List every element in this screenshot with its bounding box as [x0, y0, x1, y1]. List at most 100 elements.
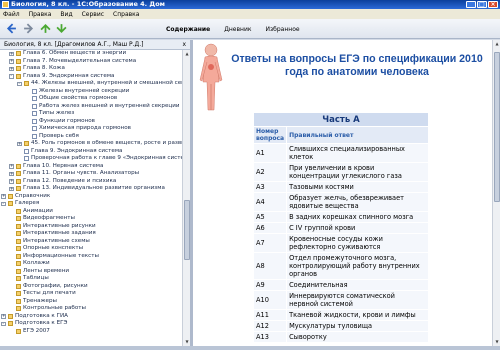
- folder-icon: [16, 291, 21, 296]
- tree-item-label: Ленты времени: [23, 267, 70, 274]
- forward-arrow-icon[interactable]: [23, 23, 34, 34]
- tree-item[interactable]: Коллажи: [0, 260, 182, 268]
- menu-service[interactable]: Сервис: [82, 11, 104, 18]
- expand-icon[interactable]: +: [9, 186, 14, 191]
- tree-item[interactable]: Химическая природа гормонов: [0, 125, 182, 133]
- tree-item[interactable]: Фотографии, рисунки: [0, 283, 182, 291]
- panel-close-icon[interactable]: x: [182, 40, 186, 50]
- tree-item[interactable]: + Глава 13. Индивидуальное развитие орган…: [0, 185, 182, 193]
- tree-item[interactable]: + Подготовка к ГИА: [0, 313, 182, 321]
- tree-item[interactable]: Общие свойства гормонов: [0, 95, 182, 103]
- tree-item-label: Интерактивные рисунки: [23, 222, 96, 229]
- tree-item[interactable]: Информационные тексты: [0, 253, 182, 261]
- tree-item[interactable]: Таблицы: [0, 275, 182, 283]
- tree-item[interactable]: ЕГЭ 2007: [0, 328, 182, 336]
- minimize-button[interactable]: _: [466, 1, 476, 8]
- tree-item-label: Подготовка к ЕГЭ: [15, 320, 68, 326]
- tree-item-label: Контрольные работы: [23, 305, 86, 311]
- tree-item[interactable]: + Справочник: [0, 193, 182, 201]
- menu-help[interactable]: Справка: [113, 11, 139, 18]
- tree-item[interactable]: + Глава 6. Обмен веществ и энергии: [0, 50, 182, 58]
- tree-item-label: Таблицы: [23, 275, 49, 281]
- table-row: A2 При увеличении в крови концентрации уг…: [252, 162, 429, 182]
- answer-text: Тканевой жидкости, крови и лимфы: [286, 309, 429, 321]
- collapse-icon[interactable]: -: [1, 201, 6, 206]
- expand-icon[interactable]: +: [9, 51, 14, 56]
- menu-edit[interactable]: Правка: [29, 11, 52, 18]
- tree-item[interactable]: Работа желез внешней и внутренней секрец…: [0, 103, 182, 111]
- tree-scrollbar[interactable]: ▲ ▼: [182, 50, 190, 346]
- question-number: A10: [252, 290, 288, 310]
- question-number: A7: [252, 233, 288, 253]
- tree-item-label: Глава 6. Обмен веществ и энергии: [23, 50, 127, 56]
- folder-icon: [16, 66, 21, 71]
- folder-icon: [16, 178, 21, 184]
- tree-item[interactable]: Анимации: [0, 208, 182, 216]
- tree-item[interactable]: Тесты для печати: [0, 290, 182, 298]
- expand-icon[interactable]: +: [17, 141, 22, 146]
- expand-icon[interactable]: +: [9, 179, 14, 184]
- tree-item[interactable]: Типы желез: [0, 110, 182, 118]
- tree-item[interactable]: + Глава 7. Мочевыделительная система: [0, 58, 182, 66]
- tree-item[interactable]: Проверочная работа к главе 9 «Эндокринна…: [0, 155, 182, 163]
- folder-icon: [16, 58, 21, 64]
- expand-icon[interactable]: +: [9, 66, 14, 71]
- expand-icon[interactable]: +: [1, 194, 6, 199]
- close-button[interactable]: ×: [488, 1, 498, 8]
- tree-item[interactable]: Контрольные работы: [0, 305, 182, 313]
- collapse-icon[interactable]: -: [1, 321, 6, 326]
- down-arrow-icon[interactable]: [56, 23, 67, 34]
- collapse-icon[interactable]: -: [9, 74, 14, 79]
- up-arrow-icon[interactable]: [40, 23, 51, 34]
- tree-item[interactable]: Интерактивные задания: [0, 230, 182, 238]
- maximize-button[interactable]: □: [477, 1, 487, 8]
- answer-text: Иннервируются соматической нервной систе…: [286, 290, 429, 310]
- tree-item-label: Видеофрагменты: [23, 215, 75, 221]
- folder-icon: [8, 313, 13, 319]
- content-scrollbar[interactable]: ▲ ▼: [492, 40, 500, 346]
- tree-item[interactable]: - Галерея: [0, 200, 182, 208]
- back-arrow-icon[interactable]: [6, 23, 17, 34]
- folder-icon: [16, 216, 21, 221]
- tree-item[interactable]: + Глава 11. Органы чувств. Анализаторы: [0, 170, 182, 178]
- tree-item[interactable]: - Подготовка к ЕГЭ: [0, 320, 182, 328]
- tab-favorites[interactable]: Избранное: [265, 26, 299, 33]
- expand-icon[interactable]: +: [9, 59, 14, 64]
- tree-item[interactable]: Интерактивные рисунки: [0, 223, 182, 231]
- collapse-icon[interactable]: -: [17, 81, 22, 86]
- folder-icon: [16, 261, 21, 266]
- tree-item[interactable]: Видеофрагменты: [0, 215, 182, 223]
- tree-item[interactable]: Железы внутренней секреции: [0, 88, 182, 96]
- tree-item-label: Глава 9. Эндокринная система: [23, 72, 115, 79]
- folder-icon: [16, 223, 21, 229]
- tree-item[interactable]: +45. Роль гормонов в обмене веществ, рос…: [0, 140, 182, 148]
- tree-item[interactable]: + Глава 8. Кожа: [0, 65, 182, 73]
- expand-icon[interactable]: +: [1, 314, 6, 319]
- tree-item[interactable]: - Глава 9. Эндокринная система: [0, 73, 182, 81]
- tree-item-label: ЕГЭ 2007: [23, 327, 50, 334]
- tab-diary[interactable]: Дневник: [224, 26, 251, 33]
- tree-item[interactable]: Интерактивные схемы: [0, 238, 182, 246]
- table-row: A4 Образует желчь, обезвреживает ядовитые…: [252, 192, 429, 212]
- menu-file[interactable]: Файл: [3, 11, 20, 18]
- column-header-number: Номер вопроса: [252, 126, 288, 144]
- tree-item[interactable]: Тренажеры: [0, 298, 182, 306]
- tree-item-label: Галерея: [15, 200, 40, 206]
- tree-item[interactable]: Ленты времени: [0, 268, 182, 276]
- tree-item[interactable]: + Глава 12. Поведение и психика: [0, 178, 182, 186]
- tree-item[interactable]: Проверь себя: [0, 133, 182, 141]
- tree-item[interactable]: + Глава 10. Нервная система: [0, 163, 182, 171]
- expand-icon[interactable]: +: [9, 171, 14, 176]
- tree-item[interactable]: Функции гормонов: [0, 118, 182, 126]
- tree-item[interactable]: Опорные конспекты: [0, 245, 182, 253]
- content-scroll-thumb[interactable]: [494, 52, 500, 202]
- menu-view[interactable]: Вид: [60, 11, 72, 18]
- tree-item-label: Фотографии, рисунки: [23, 282, 88, 289]
- tab-contents[interactable]: Содержание: [166, 26, 210, 33]
- content-scroll-down-icon[interactable]: ▼: [494, 339, 500, 345]
- content-scroll-up-icon[interactable]: ▲: [494, 41, 500, 47]
- tree-item[interactable]: - 44. Железы внешней, внутренней и смешан…: [0, 80, 182, 88]
- tree-item[interactable]: Глава 9. Эндокринная система: [0, 148, 182, 156]
- expand-icon[interactable]: +: [9, 164, 14, 169]
- document-icon: [32, 118, 37, 124]
